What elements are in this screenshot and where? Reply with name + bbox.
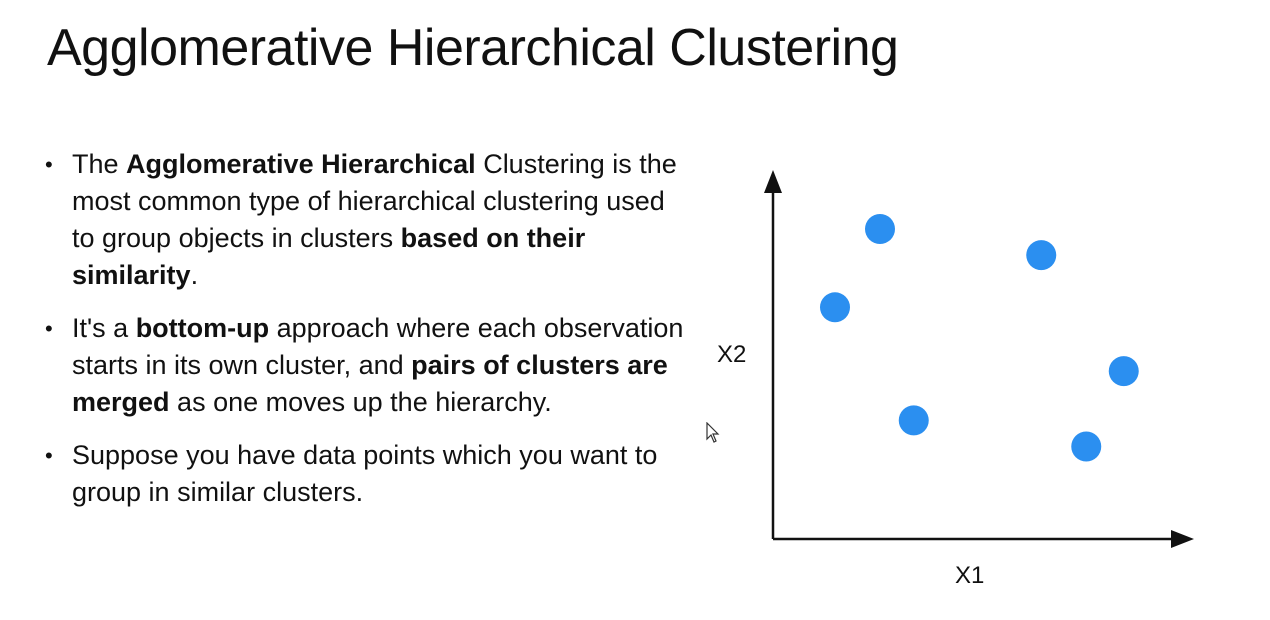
data-point xyxy=(1108,356,1139,387)
scatter-plot: X2 X1 xyxy=(717,170,1194,589)
x-axis-arrowhead xyxy=(1171,530,1194,548)
x-axis-label: X1 xyxy=(955,562,984,589)
mouse-cursor-icon xyxy=(706,422,720,443)
data-points xyxy=(820,214,1139,462)
data-point xyxy=(898,405,929,436)
bullet-dot-icon: • xyxy=(45,316,53,341)
bullet-text: . xyxy=(190,260,199,290)
data-point xyxy=(865,214,895,244)
bullet-text-bold: Agglomerative Hierarchical xyxy=(126,149,476,179)
bullet-list: • The Agglomerative Hierarchical Clusteri… xyxy=(45,146,685,527)
data-point xyxy=(820,292,850,323)
y-axis-label: X2 xyxy=(717,341,746,368)
bullet-dot-icon: • xyxy=(45,152,53,177)
data-point xyxy=(1071,431,1102,462)
bullet-item: • It's a bottom-up approach where each ob… xyxy=(45,310,685,421)
bullet-dot-icon: • xyxy=(45,443,53,468)
bullet-text: Suppose you have data points which you w… xyxy=(72,440,658,507)
bullet-text: as one moves up the hierarchy. xyxy=(169,387,552,417)
bullet-text: The xyxy=(72,149,127,179)
y-axis-arrowhead xyxy=(764,170,782,193)
data-point xyxy=(1026,240,1057,271)
bullet-text-bold: bottom-up xyxy=(135,313,270,343)
bullet-item: • Suppose you have data points which you … xyxy=(45,437,685,511)
slide-title: Agglomerative Hierarchical Clustering xyxy=(47,19,899,77)
bullet-text: It's a xyxy=(72,313,136,343)
bullet-item: • The Agglomerative Hierarchical Clusteri… xyxy=(45,146,685,294)
